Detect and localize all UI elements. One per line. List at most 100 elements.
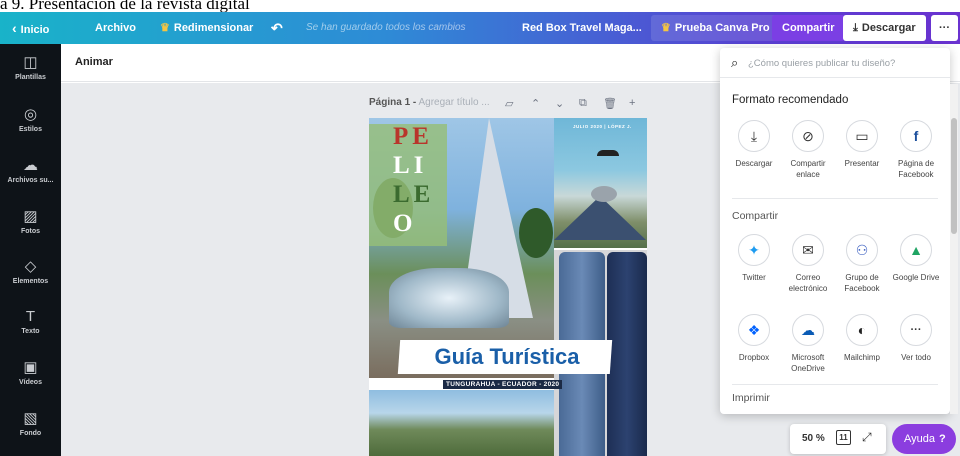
fountain-shape: [389, 268, 509, 328]
sidebar-item-uploads[interactable]: ☁ Archivos su...: [0, 157, 61, 184]
dropbox-icon: ❖: [738, 314, 770, 346]
city-photo: [369, 390, 554, 456]
option-label: Grupo de Facebook: [844, 273, 880, 293]
link-icon: ⊘: [792, 120, 824, 152]
chevron-down-icon[interactable]: ⌄: [555, 97, 564, 110]
mountain-shape: [554, 196, 646, 240]
help-button[interactable]: Ayuda?: [892, 424, 956, 454]
sidebar-item-templates[interactable]: ◫ Plantillas: [0, 54, 61, 81]
palm-tree: [519, 208, 553, 258]
design-page[interactable]: PE LI LE O JULIO 2020 | LÓPEZ J. Guía Tu…: [369, 118, 647, 456]
save-status: Se han guardado todos los cambios: [306, 22, 466, 33]
option-facebook-group[interactable]: ⚇ Grupo de Facebook: [834, 234, 890, 294]
download-label: Descargar: [861, 22, 916, 34]
option-dropbox[interactable]: ❖ Dropbox: [726, 314, 782, 363]
styles-icon: ◎: [23, 106, 38, 123]
option-google-drive[interactable]: ▲ Google Drive: [888, 234, 944, 283]
publish-search-input[interactable]: [748, 54, 938, 72]
sidebar-item-label: Archivos su...: [7, 177, 54, 184]
option-label: Correo electrónico: [788, 273, 828, 293]
search-icon: ⌕: [731, 55, 739, 70]
page-number-label: Página 1 -: [369, 97, 417, 108]
sidebar-item-label: Texto: [21, 328, 40, 335]
divider: [732, 384, 938, 385]
panel-scrollbar-thumb[interactable]: [951, 118, 957, 234]
present-icon: ▭: [846, 120, 878, 152]
option-label: Mailchimp: [843, 353, 880, 362]
notes-icon[interactable]: ▱: [505, 97, 513, 110]
banner-subtitle[interactable]: TUNGURAHUA - ECUADOR - 2020: [443, 380, 563, 389]
back-home-label: Inicio: [20, 24, 50, 36]
animate-button[interactable]: Animar: [75, 56, 113, 68]
facebook-icon: f: [900, 120, 932, 152]
crown-icon: ♛: [160, 22, 170, 34]
option-facebook-page[interactable]: f Página de Facebook: [888, 120, 944, 180]
smoke-shape: [591, 186, 617, 202]
option-onedrive[interactable]: ☁ Microsoft OneDrive: [780, 314, 836, 374]
fullscreen-icon[interactable]: ⤢: [862, 430, 872, 445]
option-label: Página de Facebook: [897, 159, 935, 179]
sidebar-item-photos[interactable]: ▨ Fotos: [0, 208, 61, 235]
sidebar-item-label: Elementos: [12, 278, 49, 285]
undo-icon[interactable]: ↶: [271, 12, 283, 44]
page-title-input[interactable]: Agregar título ...: [418, 97, 489, 108]
google-drive-icon: ▲: [900, 234, 932, 266]
option-download[interactable]: ⤓ Descargar: [726, 120, 782, 169]
option-see-all[interactable]: ··· Ver todo: [888, 314, 944, 363]
file-menu-button[interactable]: Archivo: [95, 12, 136, 44]
background-icon: ▧: [23, 410, 38, 427]
option-label: Ver todo: [901, 353, 931, 362]
templates-icon: ◫: [23, 54, 38, 71]
email-icon: ✉: [792, 234, 824, 266]
sidebar-item-background[interactable]: ▧ Fondo: [0, 410, 61, 437]
sidebar-item-text[interactable]: T Texto: [0, 308, 61, 335]
sidebar-item-label: Plantillas: [15, 74, 46, 81]
sidebar-item-label: Vídeos: [19, 379, 42, 386]
onedrive-icon: ☁: [792, 314, 824, 346]
page-count-icon[interactable]: 11: [836, 430, 851, 445]
sidebar-item-label: Fondo: [19, 430, 42, 437]
magazine-title[interactable]: PE LI LE O: [393, 122, 434, 238]
option-share-link[interactable]: ⊘ Compartir enlace: [780, 120, 836, 180]
back-home-button[interactable]: ‹ Inicio: [12, 12, 49, 44]
print-title: Imprimir: [732, 392, 770, 404]
paraglider-shape: [597, 150, 619, 156]
resize-button[interactable]: ♛ Redimensionar: [160, 12, 253, 44]
option-email[interactable]: ✉ Correo electrónico: [780, 234, 836, 294]
try-canva-pro-button[interactable]: ♛ Prueba Canva Pro: [651, 15, 780, 41]
recommended-title: Formato recomendado: [732, 94, 849, 106]
more-options-button[interactable]: ···: [931, 15, 958, 41]
option-present[interactable]: ▭ Presentar: [834, 120, 890, 169]
sidebar-item-styles[interactable]: ◎ Estilos: [0, 106, 61, 133]
page-header: Página 1 - Agregar título ... ▱ ⌃ ⌄ ⧉ 🗑 …: [369, 97, 649, 113]
title-line: LE: [393, 181, 435, 208]
document-title[interactable]: Red Box Travel Maga...: [522, 12, 642, 44]
top-bar: ‹ Inicio Archivo ♛ Redimensionar ↶ Se han …: [0, 12, 960, 44]
banner-heading[interactable]: Guía Turística: [403, 340, 611, 374]
option-mailchimp[interactable]: ◐ Mailchimp: [834, 314, 890, 363]
option-label: Google Drive: [892, 273, 940, 282]
divider: [732, 198, 938, 199]
issue-info: JULIO 2020 | LÓPEZ J.: [573, 124, 632, 129]
add-page-icon[interactable]: +: [629, 97, 635, 109]
sidebar-item-elements[interactable]: ◇ Elementos: [0, 258, 61, 285]
option-twitter[interactable]: ✦ Twitter: [726, 234, 782, 283]
twitter-icon: ✦: [738, 234, 770, 266]
option-label: Compartir enlace: [790, 159, 826, 179]
chevron-up-icon[interactable]: ⌃: [531, 97, 540, 110]
question-icon: ?: [939, 433, 946, 445]
delete-page-icon[interactable]: 🗑: [603, 97, 617, 110]
caption-text: a 9. Presentación de la revista digital: [0, 0, 250, 12]
zoom-level[interactable]: 50 %: [802, 433, 825, 444]
photos-icon: ▨: [23, 208, 38, 225]
option-label: Twitter: [742, 273, 766, 282]
download-button[interactable]: ⤓ Descargar: [843, 15, 926, 41]
duplicate-page-icon[interactable]: ⧉: [579, 97, 587, 110]
zoom-controls: 50 % 11 ⤢: [790, 424, 886, 454]
publish-panel: ⌕ Formato recomendado ⤓ Descargar ⊘ Comp…: [720, 48, 950, 414]
sidebar-item-videos[interactable]: ▣ Vídeos: [0, 359, 61, 386]
resize-label: Redimensionar: [173, 22, 254, 34]
jeans-shape: [607, 252, 647, 456]
share-button[interactable]: Compartir: [772, 15, 845, 41]
option-label: Microsoft OneDrive: [791, 353, 825, 373]
